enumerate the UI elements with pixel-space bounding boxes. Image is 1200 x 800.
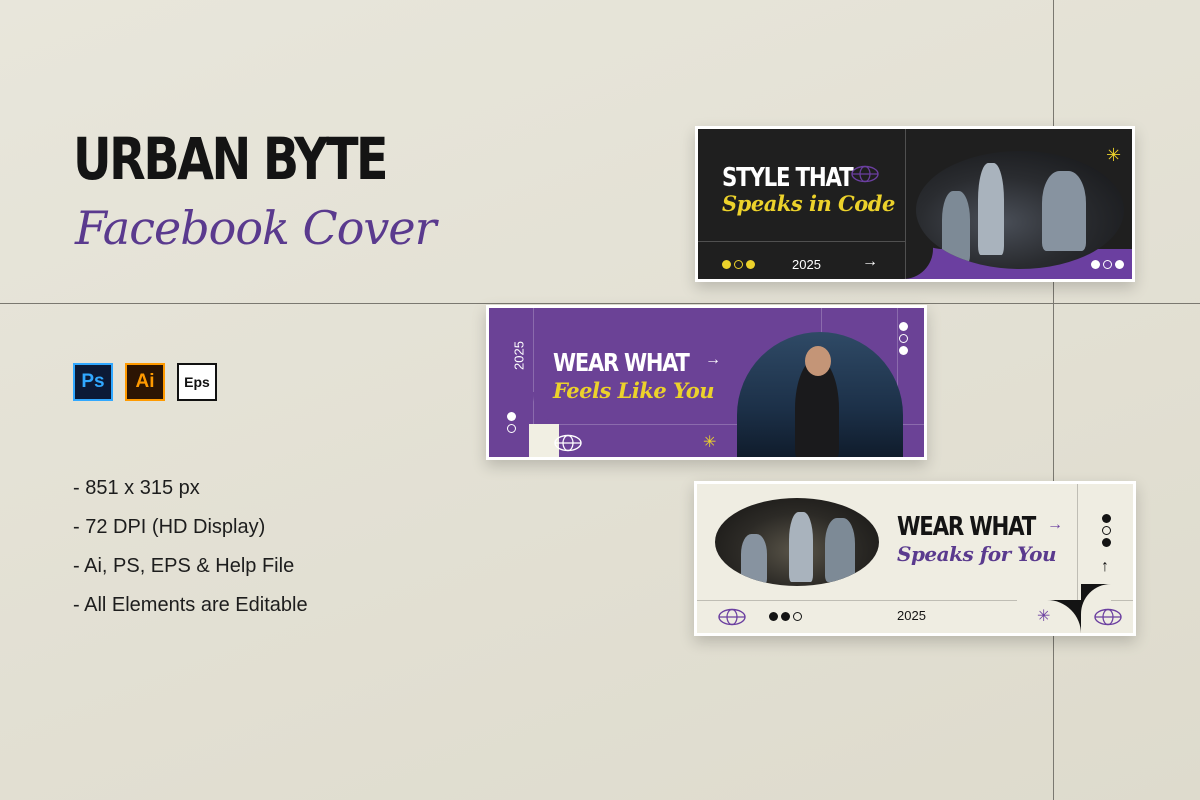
- photoshop-icon: Ps: [73, 363, 113, 401]
- arrow-up-icon: ↑: [1101, 558, 1109, 575]
- person-figure: [741, 534, 767, 584]
- dot: [746, 260, 755, 269]
- illustrator-icon: Ai: [125, 363, 165, 401]
- card-tagline: Speaks in Code: [722, 191, 895, 216]
- dot-indicator: [1091, 260, 1124, 269]
- arrow-right-icon: →: [705, 351, 721, 368]
- dot: [1091, 260, 1100, 269]
- dot: [1102, 514, 1111, 523]
- star-icon: ✳: [1106, 145, 1122, 165]
- card-headline: WEAR WHAT: [553, 348, 690, 377]
- globe-icon: [554, 434, 582, 452]
- model-photo: [737, 332, 903, 457]
- feature-item: - 851 x 315 px: [73, 477, 200, 499]
- dot: [899, 346, 908, 355]
- divider: [905, 129, 906, 279]
- dot-indicator: [1102, 514, 1111, 547]
- eps-icon: Eps: [177, 363, 217, 401]
- dot: [899, 322, 908, 331]
- card-headline: WEAR WHAT: [897, 512, 1036, 542]
- dot: [507, 424, 516, 433]
- card-year: 2025: [792, 257, 821, 272]
- dot: [1102, 526, 1111, 535]
- globe-icon: [1094, 608, 1122, 626]
- person-figure: [978, 163, 1004, 255]
- dot: [722, 260, 731, 269]
- card-headline: STYLE THAT: [722, 163, 854, 193]
- globe-icon: [851, 165, 879, 183]
- feature-item: - 72 DPI (HD Display): [73, 516, 266, 538]
- product-title: URBAN BYTE: [73, 125, 389, 193]
- card-tagline: Speaks for You: [897, 542, 1057, 566]
- feature-item: - Ai, PS, EPS & Help File: [73, 555, 295, 577]
- cover-preview-dark: STYLE THAT Speaks in Code 2025 → ✳: [695, 126, 1135, 282]
- cover-preview-purple: 2025 WEAR WHAT → Feels Like You ✳: [486, 305, 927, 460]
- guide-line-horizontal: [0, 303, 1200, 304]
- dot: [793, 612, 802, 621]
- dot: [781, 612, 790, 621]
- star-icon: ✳: [1037, 608, 1051, 625]
- feature-list: - 851 x 315 px - 72 DPI (HD Display) - A…: [73, 476, 308, 632]
- arrow-right-icon: →: [862, 253, 878, 270]
- arrow-right-icon: →: [1047, 516, 1063, 533]
- dot-indicator: [722, 260, 755, 269]
- dot: [1103, 260, 1112, 269]
- person-figure: [825, 518, 855, 582]
- person-head: [805, 346, 831, 376]
- guide-line-vertical: [1053, 0, 1054, 800]
- dot-indicator: [507, 412, 516, 433]
- person-figure: [942, 191, 970, 263]
- dot-indicator: [769, 612, 802, 621]
- person-figure: [1042, 171, 1086, 251]
- person-figure: [789, 512, 813, 582]
- divider: [698, 241, 905, 242]
- dot: [1115, 260, 1124, 269]
- card-year: 2025: [511, 341, 527, 370]
- dot: [507, 412, 516, 421]
- dot-indicator: [899, 322, 908, 355]
- dot: [769, 612, 778, 621]
- dot: [734, 260, 743, 269]
- models-photo: [916, 151, 1124, 269]
- feature-item: - All Elements are Editable: [73, 594, 308, 616]
- card-tagline: Feels Like You: [553, 378, 715, 403]
- cover-preview-cream: WEAR WHAT → Speaks for You ↑ 2025 ✳: [694, 481, 1136, 636]
- globe-icon: [718, 608, 746, 626]
- models-photo: [715, 498, 879, 586]
- star-icon: ✳: [703, 434, 717, 451]
- card-year: 2025: [897, 608, 926, 623]
- software-icons: Ps Ai Eps: [73, 363, 217, 401]
- product-subtitle: Facebook Cover: [75, 201, 437, 255]
- dot: [899, 334, 908, 343]
- dot: [1102, 538, 1111, 547]
